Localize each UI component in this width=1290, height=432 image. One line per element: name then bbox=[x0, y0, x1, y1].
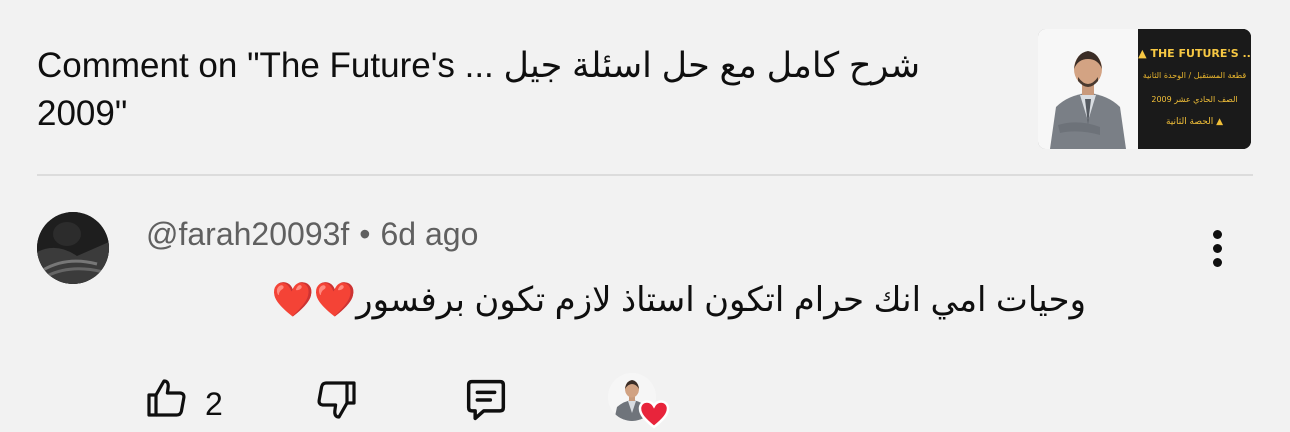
creator-heart-badge bbox=[608, 373, 674, 429]
comment-author[interactable]: @farah20093f bbox=[146, 216, 349, 252]
comment-actions: 2 bbox=[0, 370, 1290, 432]
person-image bbox=[1038, 29, 1138, 149]
heart-icon bbox=[638, 400, 670, 429]
vertical-dots-icon bbox=[1213, 258, 1222, 267]
like-count: 2 bbox=[205, 386, 223, 422]
divider bbox=[37, 174, 1253, 176]
meta-separator: • bbox=[359, 216, 371, 252]
comment-icon bbox=[466, 379, 506, 421]
thumbnail-line: الصف الحادي عشر 2009 bbox=[1151, 95, 1238, 104]
thumbs-up-icon bbox=[147, 379, 186, 417]
reply-button[interactable] bbox=[460, 374, 512, 431]
comment-meta: @farah20093f • 6d ago bbox=[146, 216, 478, 253]
thumbnail-photo-area bbox=[1038, 29, 1138, 149]
video-thumbnail[interactable]: ▲ THE FUTURE'S .. قطعة المستقبل / الوحدة… bbox=[1038, 29, 1251, 149]
page-title: Comment on "The Future's ... شرح كامل مع… bbox=[37, 46, 921, 133]
thumbnail-line: قطعة المستقبل / الوحدة الثانية bbox=[1142, 71, 1247, 80]
more-options-button[interactable] bbox=[1200, 226, 1236, 270]
dislike-button[interactable] bbox=[312, 376, 360, 429]
vertical-dots-icon bbox=[1213, 230, 1222, 239]
vertical-dots-icon bbox=[1213, 244, 1222, 253]
thumbnail-text-panel: ▲ THE FUTURE'S .. قطعة المستقبل / الوحدة… bbox=[1138, 29, 1251, 149]
avatar-image bbox=[37, 212, 109, 284]
like-button[interactable]: 2 bbox=[143, 374, 223, 426]
thumbs-down-icon bbox=[317, 381, 356, 419]
thumbnail-line: ▲ THE FUTURE'S .. bbox=[1138, 47, 1251, 60]
comment-text: وحيات امي انك حرام اتكون استاذ لازم تكون… bbox=[271, 281, 1086, 319]
comment-header: Comment on "The Future's ... شرح كامل مع… bbox=[0, 0, 1290, 176]
avatar[interactable] bbox=[37, 212, 109, 284]
thumbnail-line: الحصة الثانية ▲ bbox=[1165, 117, 1224, 127]
comment-time: 6d ago bbox=[380, 216, 479, 252]
